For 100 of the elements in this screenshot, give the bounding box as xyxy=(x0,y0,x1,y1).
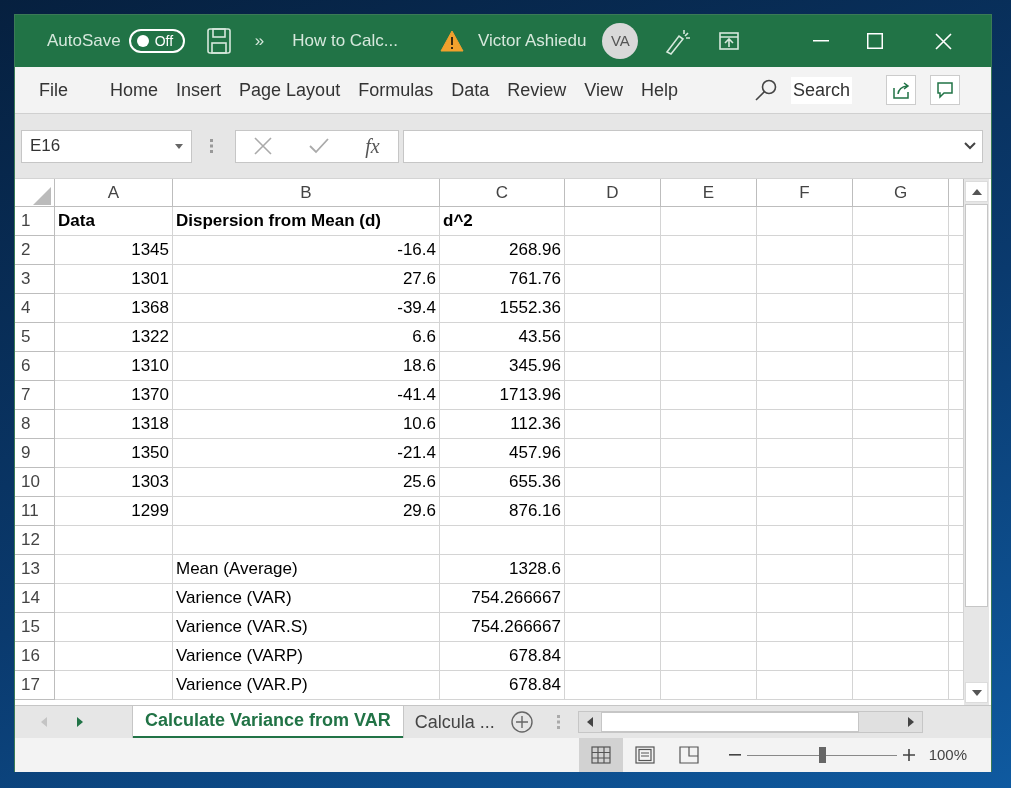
empty-cell[interactable] xyxy=(853,526,949,555)
column-header[interactable]: E xyxy=(661,179,757,207)
ribbon-display-icon[interactable] xyxy=(719,32,740,50)
row-header[interactable]: 14 xyxy=(15,584,55,613)
sheet-tab[interactable]: Calculate Variance from VAR xyxy=(133,705,403,739)
empty-cell[interactable] xyxy=(661,265,757,294)
empty-cell[interactable] xyxy=(565,642,661,671)
row-header[interactable]: 3 xyxy=(15,265,55,294)
empty-cell[interactable] xyxy=(853,671,949,700)
empty-cell[interactable] xyxy=(853,294,949,323)
empty-cell[interactable] xyxy=(440,526,565,555)
empty-cell[interactable] xyxy=(565,265,661,294)
empty-cell[interactable] xyxy=(565,207,661,236)
empty-cell[interactable] xyxy=(757,555,853,584)
empty-cell[interactable] xyxy=(661,352,757,381)
row-header[interactable]: 15 xyxy=(15,613,55,642)
zoom-level[interactable]: 100% xyxy=(928,743,967,767)
row-header[interactable]: 17 xyxy=(15,671,55,700)
empty-cell[interactable] xyxy=(661,642,757,671)
empty-cell[interactable] xyxy=(853,497,949,526)
row-header[interactable]: 10 xyxy=(15,468,55,497)
more-commands[interactable]: » xyxy=(254,28,265,54)
empty-cell[interactable] xyxy=(565,352,661,381)
search-field[interactable]: Search xyxy=(790,76,852,104)
empty-cell[interactable] xyxy=(853,236,949,265)
column-header[interactable]: G xyxy=(853,179,949,207)
row-header[interactable]: 6 xyxy=(15,352,55,381)
empty-cell[interactable] xyxy=(661,381,757,410)
empty-cell[interactable] xyxy=(757,265,853,294)
empty-cell[interactable] xyxy=(757,642,853,671)
empty-cell[interactable] xyxy=(565,381,661,410)
slider-thumb[interactable] xyxy=(818,747,826,763)
save-icon[interactable] xyxy=(206,28,231,54)
empty-cell[interactable] xyxy=(661,613,757,642)
empty-cell[interactable] xyxy=(173,526,440,555)
autosave-toggle[interactable]: Off xyxy=(128,29,185,53)
empty-cell[interactable] xyxy=(853,352,949,381)
empty-cell[interactable] xyxy=(853,410,949,439)
empty-cell[interactable] xyxy=(853,642,949,671)
row-header[interactable]: 13 xyxy=(15,555,55,584)
empty-cell[interactable] xyxy=(853,323,949,352)
wand-icon[interactable] xyxy=(664,27,693,55)
row-header[interactable]: 1 xyxy=(15,207,55,236)
scroll-up-icon[interactable] xyxy=(971,188,982,195)
select-all-corner[interactable] xyxy=(15,179,55,207)
empty-cell[interactable] xyxy=(565,236,661,265)
menu-tab[interactable]: Home xyxy=(101,76,168,104)
row-header[interactable]: 7 xyxy=(15,381,55,410)
empty-cell[interactable] xyxy=(853,265,949,294)
empty-cell[interactable] xyxy=(661,497,757,526)
empty-cell[interactable] xyxy=(757,381,853,410)
empty-cell[interactable] xyxy=(565,323,661,352)
menu-tab[interactable]: Formulas xyxy=(349,76,443,104)
search-icon[interactable] xyxy=(754,79,777,101)
zoom-in-icon[interactable] xyxy=(902,749,915,761)
column-header[interactable]: C xyxy=(440,179,565,207)
enter-check-icon[interactable] xyxy=(308,138,329,154)
empty-cell[interactable] xyxy=(757,207,853,236)
empty-cell[interactable] xyxy=(661,526,757,555)
sheet-tab[interactable]: Calcula ... xyxy=(402,705,507,739)
empty-cell[interactable] xyxy=(853,613,949,642)
row-header[interactable]: 16 xyxy=(15,642,55,671)
row-header[interactable]: 12 xyxy=(15,526,55,555)
menu-tab[interactable]: Help xyxy=(631,76,687,104)
row-header[interactable]: 2 xyxy=(15,236,55,265)
menu-tab[interactable]: Insert xyxy=(167,76,231,104)
name-box[interactable]: E16 xyxy=(21,129,192,163)
empty-cell[interactable] xyxy=(757,352,853,381)
empty-cell[interactable] xyxy=(661,439,757,468)
empty-cell[interactable] xyxy=(661,323,757,352)
row-header[interactable]: 9 xyxy=(15,439,55,468)
empty-cell[interactable] xyxy=(661,294,757,323)
empty-cell[interactable] xyxy=(661,468,757,497)
column-header[interactable]: D xyxy=(565,179,661,207)
empty-cell[interactable] xyxy=(565,555,661,584)
empty-cell[interactable] xyxy=(757,468,853,497)
zoom-slider[interactable] xyxy=(746,747,897,763)
close-icon[interactable] xyxy=(935,32,953,50)
menu-tab[interactable]: Review xyxy=(498,76,576,104)
row-header[interactable]: 8 xyxy=(15,410,55,439)
row-header[interactable]: 11 xyxy=(15,497,55,526)
horizontal-scrollbar[interactable] xyxy=(577,711,923,733)
empty-cell[interactable] xyxy=(757,323,853,352)
empty-cell[interactable] xyxy=(565,497,661,526)
share-button[interactable] xyxy=(886,75,916,105)
empty-cell[interactable] xyxy=(853,381,949,410)
empty-cell[interactable] xyxy=(565,468,661,497)
column-header[interactable]: A xyxy=(55,179,173,207)
row-header[interactable]: 5 xyxy=(15,323,55,352)
menu-tab[interactable]: Data xyxy=(442,76,499,104)
empty-cell[interactable] xyxy=(853,468,949,497)
empty-cell[interactable] xyxy=(757,439,853,468)
empty-cell[interactable] xyxy=(757,294,853,323)
formula-input[interactable] xyxy=(403,129,983,163)
maximize-icon[interactable] xyxy=(867,33,884,49)
empty-cell[interactable] xyxy=(853,439,949,468)
scroll-down-icon[interactable] xyxy=(971,689,982,696)
cancel-icon[interactable] xyxy=(254,137,273,155)
view-button[interactable] xyxy=(578,738,623,772)
empty-cell[interactable] xyxy=(565,584,661,613)
